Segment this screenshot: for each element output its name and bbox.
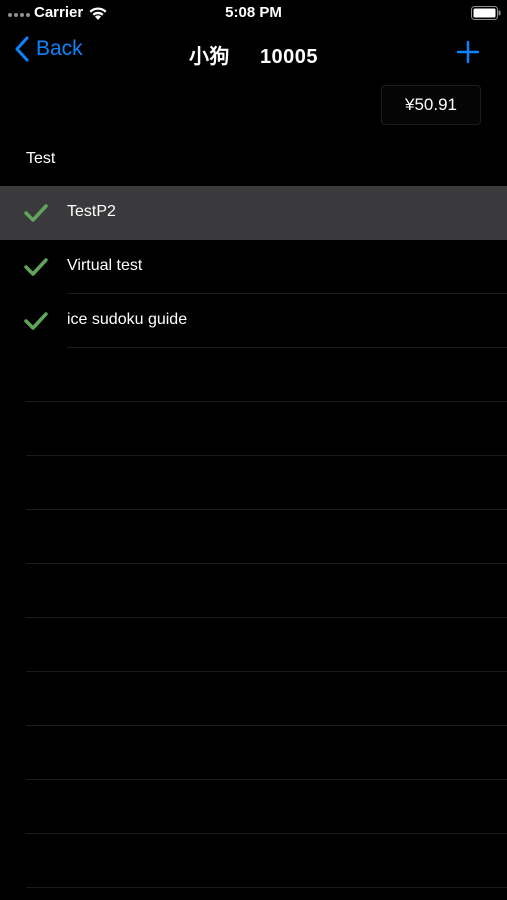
list-item-label: Virtual test [67, 257, 143, 274]
empty-row [0, 672, 507, 726]
list-item[interactable]: Virtual test [0, 240, 507, 294]
status-bar: Carrier 5:08 PM [0, 0, 507, 28]
title-name: 小狗 [188, 46, 230, 68]
empty-row [0, 618, 507, 672]
page-title: 小狗 10005 [0, 40, 507, 69]
item-list: TestP2 Virtual test ice sudoku guide [0, 186, 507, 348]
title-id: 10005 [259, 46, 319, 68]
empty-rows [0, 348, 507, 888]
navigation-bar: Back 小狗 10005 [0, 28, 507, 78]
list-item[interactable]: ice sudoku guide [0, 294, 507, 348]
checkmark-icon [24, 204, 48, 222]
battery-icon [471, 6, 501, 20]
empty-row [0, 726, 507, 780]
empty-row [0, 780, 507, 834]
balance-display: ¥50.91 [381, 85, 481, 125]
empty-row [0, 834, 507, 888]
list-item[interactable]: TestP2 [0, 186, 507, 240]
empty-row [0, 402, 507, 456]
list-item-label: ice sudoku guide [67, 311, 188, 328]
add-icon[interactable] [456, 40, 480, 64]
list-item-label: TestP2 [67, 203, 116, 220]
empty-row [0, 510, 507, 564]
empty-row [0, 456, 507, 510]
empty-row [0, 564, 507, 618]
section-header: Test [26, 150, 56, 167]
clock: 5:08 PM [225, 4, 282, 21]
empty-row [0, 348, 507, 402]
checkmark-icon [24, 258, 48, 276]
checkmark-icon [24, 312, 48, 330]
